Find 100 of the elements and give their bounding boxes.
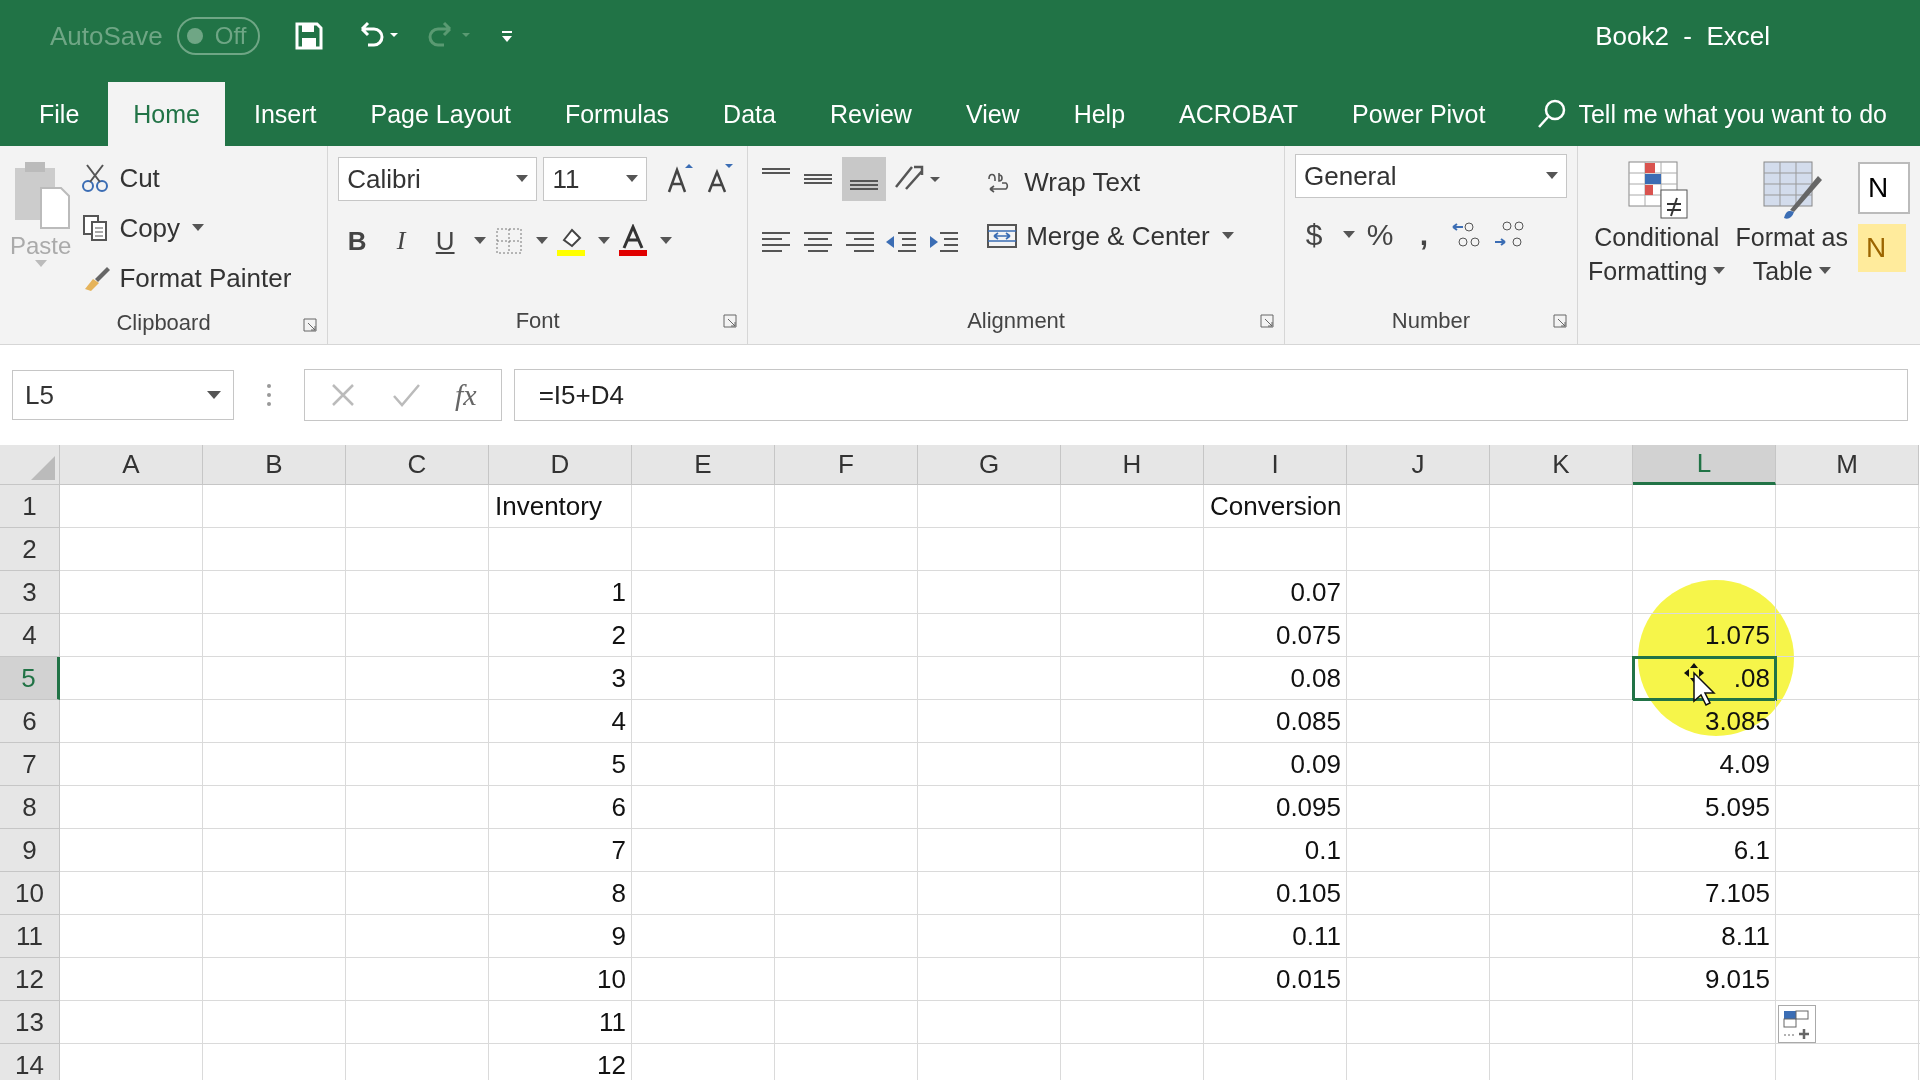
window-title: Book2 - Excel bbox=[1595, 20, 1770, 52]
table-cell-text: 7 bbox=[611, 835, 627, 866]
underline-button[interactable]: U bbox=[426, 221, 465, 261]
group-label: Number bbox=[1391, 308, 1471, 334]
row-header[interactable]: 11 bbox=[0, 915, 60, 958]
column-header[interactable]: J bbox=[1347, 445, 1490, 485]
row-header[interactable]: 9 bbox=[0, 829, 60, 872]
ribbon-tab[interactable]: Help bbox=[1048, 82, 1151, 146]
column-header[interactable]: H bbox=[1061, 445, 1204, 485]
more-options-icon[interactable] bbox=[266, 383, 272, 407]
ribbon-tab[interactable]: Page Layout bbox=[345, 82, 536, 146]
number-format-field[interactable]: General bbox=[1295, 154, 1567, 198]
cut-button[interactable]: Cut bbox=[81, 154, 292, 202]
comma-style-button[interactable]: , bbox=[1405, 215, 1443, 255]
copy-button[interactable]: Copy bbox=[81, 204, 292, 252]
row-header[interactable]: 2 bbox=[0, 528, 60, 571]
caret-icon bbox=[1221, 232, 1234, 240]
table-cell-text: 0.11 bbox=[1292, 921, 1342, 952]
ribbon-tab[interactable]: Power Pivot bbox=[1327, 82, 1511, 146]
row-header[interactable]: 3 bbox=[0, 571, 60, 614]
table-cell-text: 0.015 bbox=[1275, 964, 1342, 995]
table-cell-text: 0.085 bbox=[1275, 706, 1342, 737]
column-header[interactable]: I bbox=[1204, 445, 1347, 485]
tell-me-search-field[interactable]: Tell me what you want to do bbox=[1578, 99, 1920, 129]
ribbon-tab[interactable]: Formulas bbox=[539, 82, 695, 146]
row-header[interactable]: 10 bbox=[0, 872, 60, 915]
row-header[interactable]: 7 bbox=[0, 743, 60, 786]
table-cell-text: 6.1 bbox=[1733, 835, 1771, 866]
percent-button[interactable]: % bbox=[1361, 215, 1399, 255]
italic-button[interactable]: I bbox=[382, 221, 421, 261]
formula-input-field[interactable]: =I5+D4 bbox=[513, 369, 1908, 421]
caret-icon bbox=[1546, 172, 1558, 180]
column-header[interactable]: C bbox=[346, 445, 489, 485]
caret-icon bbox=[34, 260, 47, 268]
font-size-field[interactable]: 11 bbox=[543, 157, 648, 201]
format-painter-button[interactable]: Format Painter bbox=[81, 254, 292, 302]
dropdown-caret-icon[interactable] bbox=[1343, 231, 1355, 239]
row-header[interactable]: 12 bbox=[0, 958, 60, 1001]
ribbon-tab[interactable]: View bbox=[940, 82, 1045, 146]
table-cell-text: 1 bbox=[611, 577, 627, 608]
column-header[interactable]: L bbox=[1633, 445, 1776, 485]
column-header[interactable]: M bbox=[1776, 445, 1919, 485]
ribbon-tab[interactable]: Data bbox=[698, 82, 801, 146]
ribbon-tab[interactable]: Home bbox=[108, 82, 225, 146]
cell-style-swatch[interactable]: N bbox=[1858, 162, 1910, 214]
table-cell-text: 3 bbox=[611, 663, 627, 694]
bold-button[interactable]: B bbox=[338, 221, 377, 261]
dropdown-caret-icon[interactable] bbox=[598, 237, 611, 245]
save-icon[interactable] bbox=[294, 21, 325, 51]
merge-center-button[interactable]: Merge & Center bbox=[986, 212, 1234, 260]
table-cell-text: 0.1 bbox=[1304, 835, 1342, 866]
dialog-launcher-icon[interactable] bbox=[723, 314, 738, 328]
table-cell-text: 2 bbox=[611, 620, 627, 651]
table-cell-text: 8 bbox=[611, 878, 627, 909]
insert-function-button[interactable]: fx bbox=[455, 378, 477, 412]
dropdown-caret-icon[interactable] bbox=[474, 237, 487, 245]
row-header[interactable]: 8 bbox=[0, 786, 60, 829]
column-header[interactable]: A bbox=[60, 445, 203, 485]
table-cell-text: 0.105 bbox=[1275, 878, 1342, 909]
table-cell-text: 0.09 bbox=[1290, 749, 1342, 780]
ribbon-tab[interactable]: File bbox=[14, 82, 105, 146]
table-cell-text: 9 bbox=[611, 921, 627, 952]
caret-icon bbox=[1818, 267, 1831, 275]
ribbon-tab[interactable]: ACROBAT bbox=[1154, 82, 1324, 146]
column-header[interactable]: F bbox=[775, 445, 918, 485]
wrap-text-button[interactable]: Wrap Text bbox=[986, 158, 1234, 206]
row-header[interactable]: 13 bbox=[0, 1001, 60, 1044]
quick-analysis-icon[interactable] bbox=[1778, 1005, 1816, 1043]
cell-style-swatch[interactable]: N bbox=[1858, 224, 1906, 272]
table-cell-text: 0.075 bbox=[1275, 620, 1342, 651]
dialog-launcher-icon[interactable] bbox=[1553, 314, 1567, 328]
name-box[interactable]: L5 bbox=[12, 370, 234, 420]
currency-button[interactable]: $ bbox=[1295, 215, 1333, 255]
column-header[interactable]: K bbox=[1490, 445, 1633, 485]
row-header[interactable]: 1 bbox=[0, 485, 60, 528]
row-header[interactable]: 14 bbox=[0, 1044, 60, 1080]
ribbon-tab[interactable]: Insert bbox=[229, 82, 342, 146]
table-cell-text: 0.08 bbox=[1290, 663, 1342, 694]
font-name-field[interactable]: Calibri bbox=[338, 157, 538, 201]
dialog-launcher-icon[interactable] bbox=[1260, 314, 1274, 328]
merge-cells-icon bbox=[986, 221, 1019, 251]
column-header[interactable]: B bbox=[203, 445, 346, 485]
column-header[interactable]: G bbox=[918, 445, 1061, 485]
format-as-table-button[interactable]: Format as Table bbox=[1735, 160, 1848, 288]
conditional-formatting-button[interactable]: Conditional Formatting bbox=[1588, 160, 1726, 288]
table-cell-text: 4 bbox=[611, 706, 627, 737]
table-cell-text: 11 bbox=[599, 1007, 627, 1038]
row-header[interactable]: 6 bbox=[0, 700, 60, 743]
table-cell-text: 7.105 bbox=[1704, 878, 1771, 909]
bottom-align-icon[interactable] bbox=[842, 157, 887, 201]
column-header[interactable]: E bbox=[632, 445, 775, 485]
dropdown-caret-icon[interactable] bbox=[536, 237, 549, 245]
customize-toolbar-icon[interactable] bbox=[500, 28, 515, 44]
table-cell-text: 9.015 bbox=[1704, 964, 1771, 995]
dialog-launcher-icon[interactable] bbox=[303, 318, 318, 332]
ribbon-tab[interactable]: Review bbox=[804, 82, 937, 146]
column-header[interactable]: D bbox=[489, 445, 632, 485]
row-header[interactable]: 4 bbox=[0, 614, 60, 657]
dropdown-caret-icon[interactable] bbox=[660, 237, 673, 245]
row-header[interactable]: 5 bbox=[0, 657, 60, 700]
